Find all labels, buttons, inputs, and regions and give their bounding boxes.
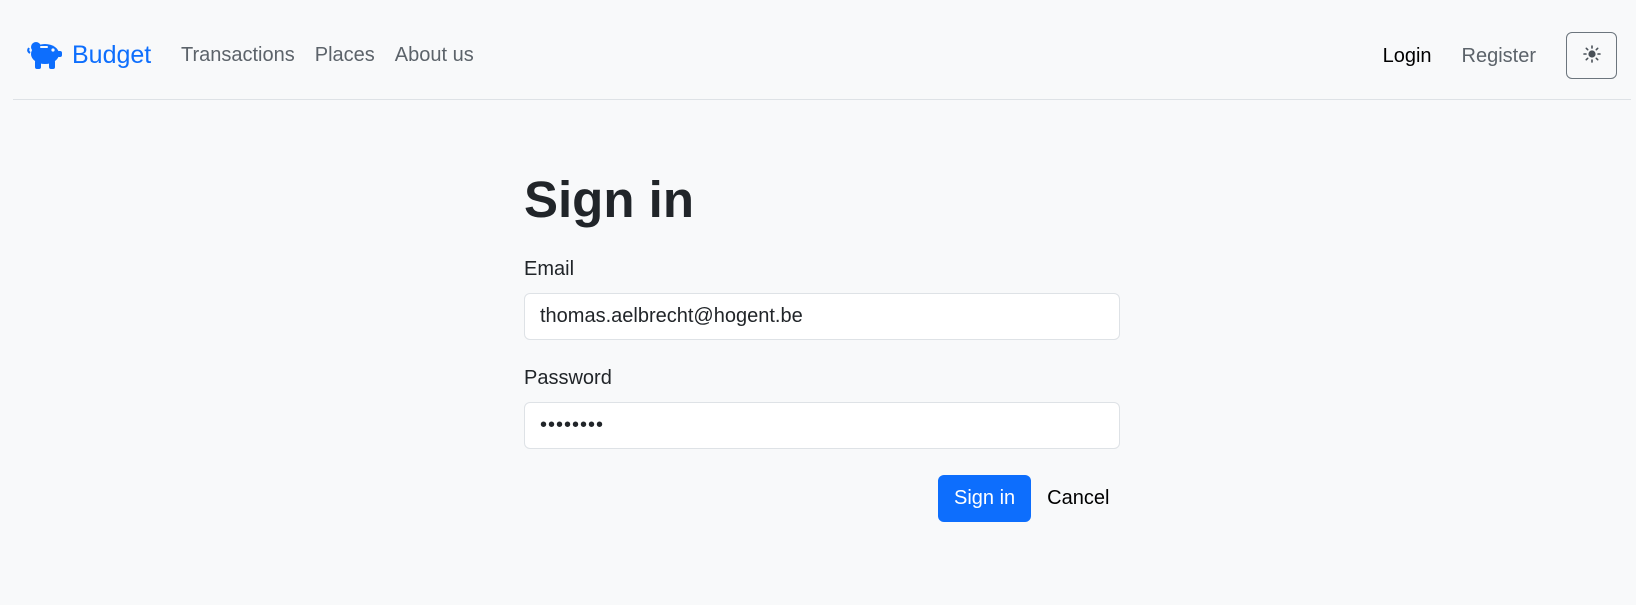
cancel-button[interactable]: Cancel [1031,475,1125,522]
email-field[interactable] [524,293,1120,340]
email-label: Email [524,258,575,280]
nav-link-register[interactable]: Register [1462,42,1536,70]
brand-label: Budget [72,41,152,69]
sun-icon [1582,45,1601,66]
password-value: •••••••• [540,414,605,436]
brand-link[interactable]: Budget [26,38,151,72]
nav-link-places[interactable]: Places [315,41,375,69]
theme-toggle-button[interactable] [1566,32,1617,79]
sign-in-button[interactable]: Sign in [938,475,1032,522]
piggy-bank-icon [26,39,63,71]
main-nav: Transactions Places About us [181,41,474,69]
form-actions: Sign in Cancel [938,475,1125,522]
sign-in-form: Sign in Email Password •••••••• [524,168,1120,449]
top-navbar: Budget Transactions Places About us Logi… [13,0,1631,100]
password-field[interactable]: •••••••• [524,402,1120,449]
nav-link-login[interactable]: Login [1383,42,1432,70]
nav-link-transactions[interactable]: Transactions [181,41,295,69]
page-title: Sign in [524,171,694,228]
nav-link-about-us[interactable]: About us [395,41,474,69]
password-label: Password [524,367,612,389]
user-nav: Login Register [1383,32,1617,79]
